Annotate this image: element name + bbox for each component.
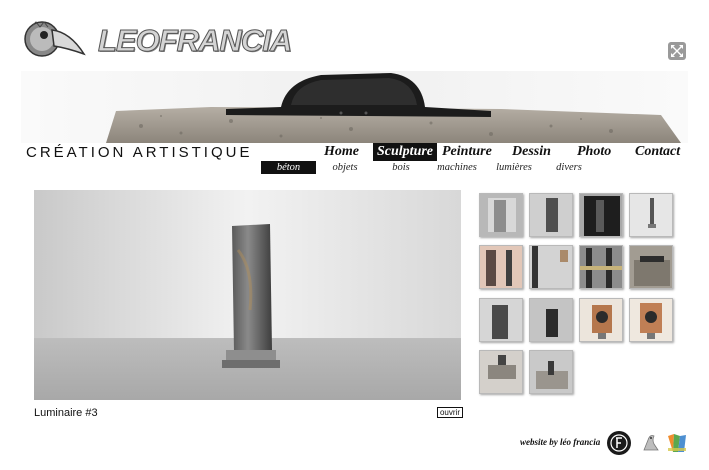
nav-home[interactable]: Home: [320, 143, 363, 161]
open-button[interactable]: ouvrir: [437, 407, 463, 418]
thumbnail-10[interactable]: [529, 298, 573, 342]
site-logo-text[interactable]: LEOFRANCIA: [97, 22, 292, 60]
thumbnail-14[interactable]: [529, 350, 573, 394]
header-banner-image: [21, 71, 688, 143]
site-tagline: CRÉATION ARTISTIQUE: [26, 144, 253, 161]
website-credit[interactable]: website by léo francia: [520, 437, 600, 447]
thumbnail-6[interactable]: [529, 245, 573, 289]
colorful-flag-icon[interactable]: [664, 430, 690, 456]
thumbnail-3[interactable]: [579, 193, 623, 237]
subnav-lumieres[interactable]: lumières: [493, 161, 535, 174]
thumbnail-1[interactable]: [479, 193, 523, 237]
thumbnail-7[interactable]: [579, 245, 623, 289]
bird-mask-logo-icon[interactable]: [22, 18, 86, 62]
thumbnail-5[interactable]: [479, 245, 523, 289]
nav-sculpture[interactable]: Sculpture: [373, 143, 438, 161]
thumbnail-12[interactable]: [629, 298, 673, 342]
thumbnail-9[interactable]: [479, 298, 523, 342]
main-artwork-image[interactable]: [34, 190, 461, 400]
nav-peinture[interactable]: Peinture: [438, 143, 496, 161]
thumbnail-11[interactable]: [579, 298, 623, 342]
subnav-machines[interactable]: machines: [434, 161, 480, 174]
subnav-beton[interactable]: béton: [261, 161, 316, 174]
expand-arrows-icon[interactable]: [668, 42, 686, 60]
bird-icon[interactable]: [638, 430, 664, 456]
thumbnail-4[interactable]: [629, 193, 673, 237]
nav-dessin[interactable]: Dessin: [508, 143, 555, 161]
nav-contact[interactable]: Contact: [631, 143, 684, 161]
thumbnail-8[interactable]: [629, 245, 673, 289]
leofrancia-badge-icon[interactable]: [606, 430, 632, 456]
thumbnail-2[interactable]: [529, 193, 573, 237]
subnav-bois[interactable]: bois: [390, 161, 412, 174]
subnav-objets[interactable]: objets: [330, 161, 360, 174]
subnav-divers[interactable]: divers: [554, 161, 584, 174]
nav-photo[interactable]: Photo: [573, 143, 615, 161]
artwork-caption: Luminaire #3: [34, 407, 98, 419]
thumbnail-13[interactable]: [479, 350, 523, 394]
